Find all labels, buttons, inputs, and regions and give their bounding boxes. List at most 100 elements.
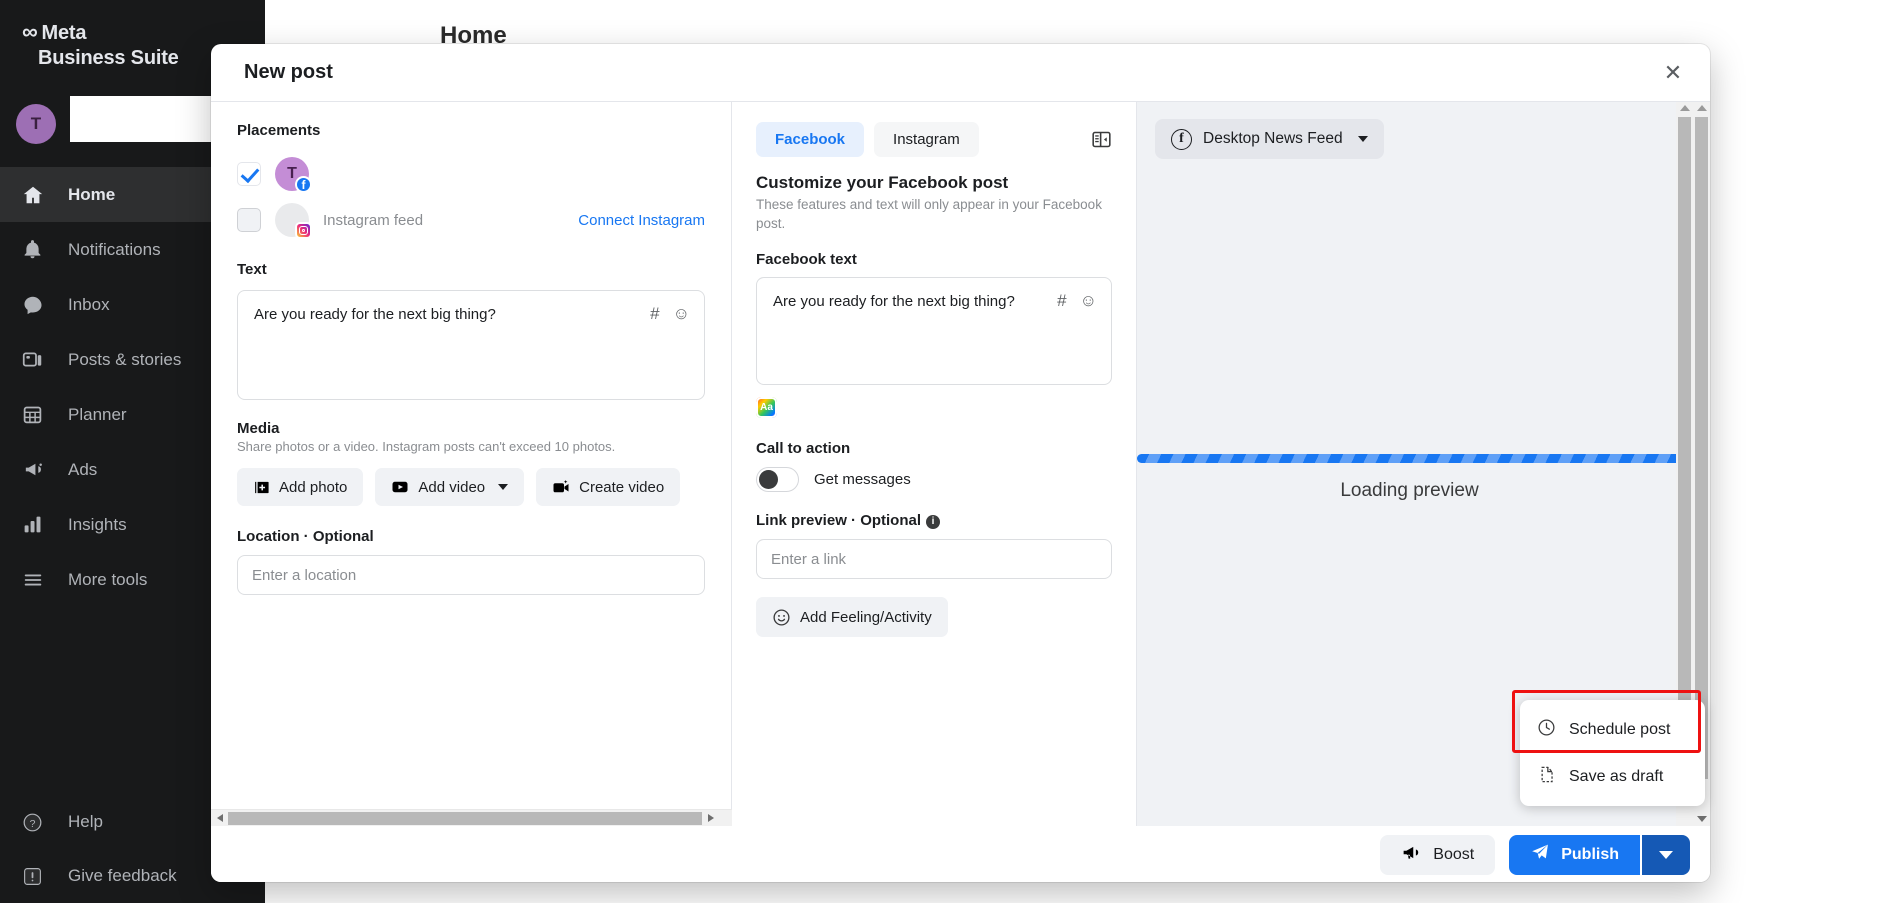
sidebar-item-label: Ads	[68, 459, 98, 479]
post-text-input[interactable]: Are you ready for the next big thing? # …	[237, 290, 705, 400]
facebook-text-value: Are you ready for the next big thing?	[773, 293, 1015, 311]
facebook-text-input[interactable]: Are you ready for the next big thing? # …	[756, 277, 1112, 386]
text-label: Text	[237, 261, 267, 278]
font-style-button[interactable]: Aa	[756, 397, 777, 419]
scrollbar-thumb[interactable]	[1695, 117, 1708, 779]
create-video-label: Create video	[579, 478, 665, 496]
placement-checkbox-facebook[interactable]	[237, 162, 261, 186]
emoji-icon[interactable]: ☺	[1080, 290, 1097, 313]
bell-icon	[22, 236, 52, 264]
menu-item-schedule-post[interactable]: Schedule post	[1520, 706, 1705, 753]
loading-preview-text: Loading preview	[1340, 480, 1479, 501]
add-video-label: Add video	[418, 478, 486, 496]
avatar: T	[16, 104, 56, 144]
emoji-icon[interactable]: ☺	[673, 303, 690, 326]
location-input[interactable]: Enter a location	[237, 555, 705, 595]
sidebar-item-label: Posts & stories	[68, 349, 182, 369]
link-input[interactable]: Enter a link	[756, 539, 1112, 580]
location-label: Location · Optional	[237, 528, 374, 545]
split-panel-icon[interactable]	[1091, 129, 1112, 150]
customize-heading: Customize your Facebook post	[756, 173, 1009, 192]
video-icon	[391, 478, 409, 496]
loading-progress-bar	[1137, 454, 1682, 463]
scrollbar-thumb[interactable]	[1678, 117, 1691, 779]
post-text-value: Are you ready for the next big thing?	[254, 306, 496, 323]
scroll-up-icon[interactable]	[1696, 105, 1707, 111]
get-messages-label: Get messages	[814, 471, 911, 489]
publish-button-group: Publish	[1509, 834, 1690, 875]
tab-facebook[interactable]: Facebook	[756, 122, 865, 157]
facebook-badge-icon: f	[295, 176, 312, 193]
add-video-button[interactable]: Add video	[375, 468, 525, 506]
left-panel-horizontal-scrollbar[interactable]	[211, 809, 732, 826]
sidebar-item-label: Give feedback	[68, 866, 177, 885]
scroll-down-icon[interactable]	[1696, 816, 1707, 822]
publish-button[interactable]: Publish	[1509, 834, 1640, 875]
facebook-circle-icon: f	[1171, 128, 1192, 150]
hamburger-icon	[22, 566, 52, 594]
paper-plane-icon	[1530, 842, 1550, 867]
chevron-down-icon[interactable]	[1357, 136, 1368, 142]
placement-checkbox-instagram[interactable]	[237, 208, 261, 232]
info-icon[interactable]: i	[926, 514, 941, 529]
background-card-right	[1335, 880, 1890, 903]
megaphone-icon	[22, 456, 52, 484]
scroll-up-icon[interactable]	[1679, 105, 1690, 111]
placement-row-facebook[interactable]: T f	[237, 151, 705, 197]
placement-avatar-instagram	[275, 203, 312, 239]
toggle-knob	[759, 470, 778, 490]
add-feeling-activity-label: Add Feeling/Activity	[800, 608, 932, 626]
network-tabs: Facebook Instagram	[756, 122, 1112, 157]
close-icon[interactable]: ✕	[1654, 54, 1692, 92]
publish-label: Publish	[1561, 845, 1619, 863]
chat-bubble-icon	[22, 291, 52, 319]
bar-chart-icon	[22, 511, 52, 539]
sidebar-item-label: More tools	[68, 569, 148, 589]
posts-icon	[22, 346, 52, 374]
scrollbar-thumb[interactable]	[228, 811, 702, 825]
preview-type-select[interactable]: f Desktop News Feed	[1155, 119, 1384, 159]
connect-instagram-link[interactable]: Connect Instagram	[578, 212, 705, 229]
cta-toggle-row: Get messages	[756, 467, 1112, 493]
brand-line2: Business Suite	[38, 47, 179, 69]
scroll-right-icon[interactable]	[702, 810, 719, 827]
sidebar-item-label: Notifications	[68, 239, 161, 259]
publish-options-button[interactable]	[1642, 834, 1690, 875]
link-placeholder: Enter a link	[771, 550, 847, 568]
home-icon	[22, 181, 52, 209]
modal-footer: Boost Publish	[211, 826, 1710, 882]
calendar-grid-icon	[22, 401, 52, 429]
chevron-down-icon[interactable]	[498, 484, 509, 490]
sidebar-item-label: Inbox	[68, 294, 110, 314]
hashtag-icon[interactable]: #	[1057, 290, 1066, 313]
publish-options-menu: Schedule post Save as draft	[1520, 700, 1705, 806]
sidebar-item-label: Planner	[68, 404, 127, 424]
create-video-icon	[552, 478, 570, 496]
hashtag-icon[interactable]: #	[650, 303, 659, 326]
menu-item-save-as-draft[interactable]: Save as draft	[1520, 753, 1705, 800]
add-photo-icon	[253, 479, 270, 496]
new-post-modal: New post ✕ Placements T f Instagram feed…	[211, 44, 1710, 882]
create-video-button[interactable]: Create video	[536, 468, 681, 506]
scroll-left-icon[interactable]	[211, 810, 228, 827]
sidebar-item-label: Help	[68, 812, 103, 831]
placement-row-instagram[interactable]: Instagram feed Connect Instagram	[237, 197, 705, 243]
smiley-icon	[772, 608, 791, 627]
modal-header: New post ✕	[211, 44, 1710, 102]
link-preview-text: Link preview · Optional	[756, 512, 922, 530]
preview-type-label: Desktop News Feed	[1203, 130, 1343, 147]
add-feeling-activity-button[interactable]: Add Feeling/Activity	[756, 597, 948, 638]
document-icon	[1537, 765, 1556, 789]
add-photo-button[interactable]: Add photo	[237, 468, 364, 506]
meta-infinity-icon: ∞	[22, 19, 38, 44]
media-subtext: Share photos or a video. Instagram posts…	[237, 439, 616, 454]
megaphone-icon	[1401, 842, 1422, 868]
menu-item-label: Save as draft	[1569, 767, 1664, 785]
tab-instagram[interactable]: Instagram	[874, 122, 979, 157]
boost-button[interactable]: Boost	[1380, 834, 1496, 875]
boost-label: Boost	[1433, 845, 1475, 863]
get-messages-toggle[interactable]	[756, 467, 799, 493]
brand-logo: ∞ Meta Business Suite	[22, 18, 179, 71]
sidebar-item-label: Insights	[68, 514, 127, 534]
background-card-left	[410, 880, 1320, 903]
